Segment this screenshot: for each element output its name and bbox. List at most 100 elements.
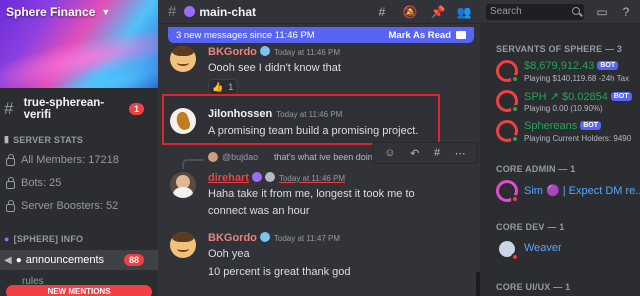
member-name: SPH ↗ $0.02854 BOT — [524, 90, 632, 103]
channel-label: announcements — [25, 254, 105, 266]
avatar[interactable] — [170, 232, 196, 258]
member-name: Weaver — [524, 242, 562, 254]
inbox-icon[interactable]: ▭ — [594, 4, 610, 20]
stat-label: Server Boosters: 52 — [21, 200, 119, 212]
message[interactable]: Jilonhossen Today at 11:46 PM A promising… — [158, 94, 480, 146]
channel-item-announcements[interactable]: ◀ ● announcements 88 — [0, 250, 158, 270]
stat-channel-boosters[interactable]: Server Boosters: 52 — [6, 199, 119, 212]
reaction-thumbs-up[interactable]: 👍 1 — [208, 79, 238, 95]
members-icon[interactable]: 👥 — [456, 4, 472, 20]
chart-icon: ▮ — [4, 134, 10, 144]
search-placeholder: Search — [490, 6, 522, 17]
lock-icon — [6, 199, 15, 212]
chevron-down-icon: ▼ — [101, 7, 111, 17]
channel-item-verification[interactable]: # true-spherean-verifi 1 — [0, 97, 158, 121]
bot-tag: BOT — [610, 92, 632, 101]
channel-sidebar: Sphere Finance ▼ # true-spherean-verifi … — [0, 0, 158, 296]
message-text: Ooh yea — [208, 248, 250, 260]
member-item[interactable]: $8,679,912.43 BOT Playing $140,119.68 -24… — [496, 60, 640, 86]
category-sphere-info[interactable]: ● [SPHERE] INFO — [4, 234, 83, 244]
hash-icon: # — [168, 3, 177, 20]
message-timestamp: Today at 11:46 PM — [273, 48, 341, 57]
sphere-icon: ● — [4, 234, 10, 244]
category-server-stats[interactable]: ▮ SERVER STATS — [4, 134, 83, 145]
lock-icon — [6, 176, 15, 189]
mention-badge: 1 — [128, 103, 144, 115]
badge-icon — [264, 172, 275, 182]
stat-channel-members[interactable]: All Members: 17218 — [6, 153, 119, 166]
message-author[interactable]: direhart Today at 11:46 PM — [208, 172, 345, 184]
thread-icon[interactable]: # — [434, 147, 440, 159]
bot-tag: BOT — [580, 121, 601, 130]
message-timestamp: Today at 11:47 PM — [273, 234, 341, 243]
member-item[interactable]: Sphereans BOT Playing Current Holders: 94… — [496, 120, 640, 146]
avatar — [496, 180, 519, 203]
avatar[interactable] — [170, 172, 196, 198]
message-actions-bar: ☺ ↶ # ⋯ — [372, 142, 478, 164]
stat-label: All Members: 17218 — [21, 154, 119, 166]
role-icon — [259, 232, 270, 242]
category-label: [SPHERE] INFO — [13, 234, 84, 244]
avatar[interactable] — [170, 108, 196, 134]
member-list: SERVANTS OF SPHERE — 3 $8,679,912.43 BOT … — [480, 24, 640, 296]
category-label: SERVER STATS — [13, 134, 84, 145]
threads-icon[interactable]: # — [374, 4, 390, 20]
pin-icon[interactable]: 📌 — [430, 4, 446, 20]
reply-preview[interactable]: that's what ive been doing fo — [274, 152, 388, 162]
channel-label: true-spherean-verifi — [23, 97, 105, 121]
more-icon[interactable]: ⋯ — [455, 147, 466, 160]
member-activity: Playing $140,119.68 -24h Tax — [524, 74, 630, 83]
megaphone-icon: ◀ — [4, 254, 12, 266]
member-item[interactable]: Weaver — [496, 238, 640, 264]
message-author[interactable]: BKGordo Today at 11:46 PM — [208, 46, 340, 58]
channel-header: # main-chat # 🔕 📌 👥 — [158, 0, 480, 24]
add-reaction-icon[interactable]: ☺ — [384, 147, 395, 159]
new-mentions-button[interactable]: NEW MENTIONS — [6, 285, 152, 296]
member-item[interactable]: SPH ↗ $0.02854 BOT Playing 0.00 (10.90%) — [496, 90, 640, 116]
search-icon — [572, 7, 580, 15]
member-category: SERVANTS OF SPHERE — 3 — [496, 44, 623, 54]
mark-as-read-button[interactable]: Mark As Read — [389, 30, 451, 41]
avatar — [496, 120, 519, 143]
mute-icon[interactable]: 🔕 — [402, 4, 418, 20]
reply-icon[interactable]: ↶ — [410, 147, 419, 160]
lock-icon — [6, 153, 15, 166]
member-activity: Playing Current Holders: 9490 — [524, 134, 632, 143]
avatar — [496, 60, 519, 83]
search-input[interactable]: Search — [486, 4, 584, 20]
avatar — [496, 238, 519, 261]
toolbar-right: Search ▭ ? — [480, 0, 640, 24]
message-text: Haha take it from me, longest it took me… — [208, 188, 415, 200]
help-icon[interactable]: ? — [618, 4, 634, 20]
member-category: CORE ADMIN — 1 — [496, 164, 576, 174]
sphere-icon — [184, 6, 196, 17]
message-text: A promising team build a promising proje… — [208, 125, 419, 137]
hash-icon: # — [4, 99, 14, 118]
message-text: 10 percent is great thank god — [208, 266, 351, 278]
member-name: $8,679,912.43 BOT — [524, 60, 619, 72]
member-activity: Playing 0.00 (10.90%) — [524, 104, 603, 113]
avatar — [496, 90, 519, 113]
bot-tag: BOT — [597, 61, 619, 70]
message-author[interactable]: Jilonhossen Today at 11:46 PM — [208, 108, 342, 120]
reply-connector — [182, 159, 204, 169]
role-icon — [259, 46, 270, 56]
member-name: Sim 🟣 | Expect DM re... — [524, 185, 640, 197]
reply-author[interactable]: @bujdao — [222, 152, 258, 162]
stat-label: Bots: 25 — [21, 177, 62, 189]
new-messages-text: 3 new messages since 11:46 PM — [176, 29, 315, 41]
message-timestamp: Today at 11:46 PM — [278, 174, 346, 183]
member-name: Sphereans BOT — [524, 120, 601, 132]
message-author[interactable]: BKGordo Today at 11:47 PM — [208, 232, 340, 244]
sphere-icon: ● — [15, 254, 22, 266]
server-header[interactable]: Sphere Finance ▼ — [0, 0, 158, 24]
new-messages-bar[interactable]: 3 new messages since 11:46 PM Mark As Re… — [168, 27, 474, 43]
message-text: connect was an hour — [208, 205, 310, 217]
member-category: CORE UI/UX — 1 — [496, 282, 571, 292]
avatar[interactable] — [170, 46, 196, 72]
channel-title: main-chat — [199, 4, 257, 19]
reaction-count: 1 — [228, 82, 234, 92]
member-item[interactable]: Sim 🟣 | Expect DM re... — [496, 180, 640, 206]
member-category: CORE DEV — 1 — [496, 222, 565, 232]
stat-channel-bots[interactable]: Bots: 25 — [6, 176, 62, 189]
